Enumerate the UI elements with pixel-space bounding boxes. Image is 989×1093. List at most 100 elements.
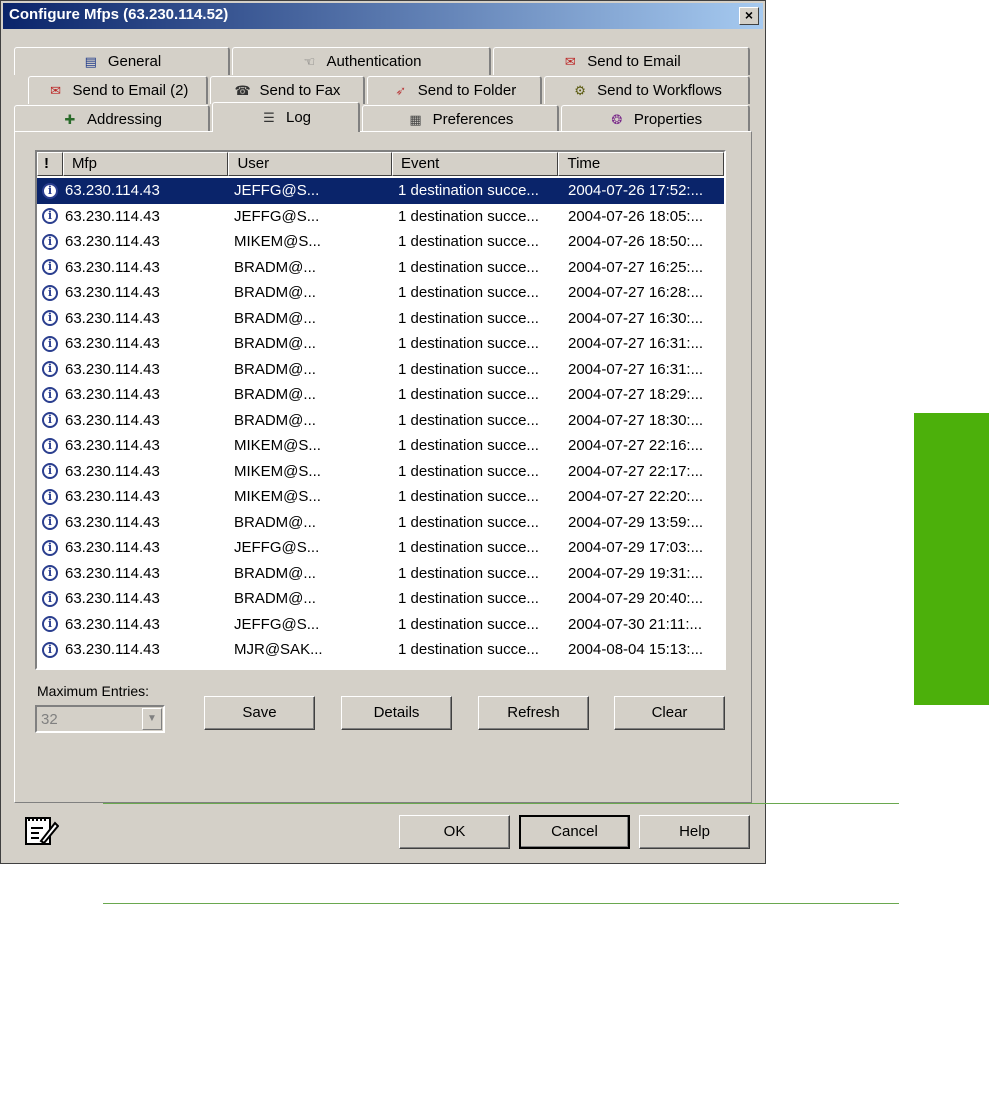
cell-icon: i — [37, 565, 63, 582]
tab-send-to-folder[interactable]: ➶ Send to Folder — [367, 76, 542, 104]
info-icon: i — [42, 310, 58, 327]
table-row[interactable]: i 63.230.114.43 BRADM@... 1 destination suc… — [37, 331, 724, 357]
cell-icon: i — [37, 208, 63, 225]
cell-event: 1 destination succe... — [398, 590, 539, 608]
tab-label: Properties — [633, 111, 703, 128]
table-row[interactable]: i 63.230.114.43 JEFFG@S... 1 destination su… — [37, 612, 724, 638]
cell-mfp: 63.230.114.43 — [65, 641, 160, 659]
cell-time: 2004-07-29 17:03:... — [568, 539, 704, 557]
cell-user: MIKEM@S... — [234, 488, 321, 506]
help-button[interactable]: Help — [639, 815, 750, 849]
info-icon: i — [42, 565, 58, 582]
properties-icon: ❂ — [611, 111, 623, 127]
column-header-user[interactable]: User — [228, 152, 392, 176]
cell-event: 1 destination succe... — [398, 564, 539, 582]
tab-general[interactable]: ▤ General — [14, 47, 230, 75]
tab-authentication[interactable]: ☜ Authentication — [232, 47, 491, 75]
table-row[interactable]: i 63.230.114.43 MJR@SAK... 1 destination su… — [37, 637, 724, 663]
table-row[interactable]: i 63.230.114.43 BRADM@... 1 destination suc… — [37, 408, 724, 434]
cell-event: 1 destination succe... — [398, 309, 539, 327]
cell-user: JEFFG@S... — [234, 615, 320, 633]
details-button[interactable]: Details — [341, 696, 452, 730]
column-header-time[interactable]: Time — [558, 152, 724, 176]
cell-event: 1 destination succe... — [398, 233, 539, 251]
cell-event: 1 destination succe... — [398, 615, 539, 633]
cell-mfp: 63.230.114.43 — [65, 615, 160, 633]
cell-user: BRADM@... — [234, 335, 316, 353]
cell-mfp: 63.230.114.43 — [65, 590, 160, 608]
info-icon: i — [42, 514, 58, 531]
cell-mfp: 63.230.114.43 — [65, 233, 160, 251]
cell-icon: i — [37, 488, 63, 505]
tab-log[interactable]: ☰ Log — [212, 102, 360, 132]
refresh-button[interactable]: Refresh — [478, 696, 589, 730]
table-row[interactable]: i 63.230.114.43 JEFFG@S... 1 destination su… — [37, 178, 724, 204]
info-icon: i — [42, 233, 58, 250]
column-header-mfp[interactable]: Mfp — [62, 152, 229, 176]
tab-send-to-workflows[interactable]: ⚙ Send to Workflows — [544, 76, 750, 104]
cell-user: BRADM@... — [234, 411, 316, 429]
window-title: Configure Mfps (63.230.114.52) — [9, 6, 229, 23]
cell-icon: i — [37, 514, 63, 531]
cell-mfp: 63.230.114.43 — [65, 207, 160, 225]
cell-mfp: 63.230.114.43 — [65, 539, 160, 557]
send-folder-icon: ➶ — [395, 82, 407, 98]
table-row[interactable]: i 63.230.114.43 BRADM@... 1 destination suc… — [37, 510, 724, 536]
cell-user: JEFFG@S... — [234, 539, 320, 557]
cell-time: 2004-07-27 18:29:... — [568, 386, 704, 404]
table-row[interactable]: i 63.230.114.43 BRADM@... 1 destination suc… — [37, 357, 724, 383]
send-workflows-icon: ⚙ — [574, 82, 586, 98]
cell-user: JEFFG@S... — [234, 182, 320, 200]
tab-preferences[interactable]: ▦ Preferences — [362, 105, 559, 133]
table-row[interactable]: i 63.230.114.43 MIKEM@S... 1 destination su… — [37, 229, 724, 255]
cell-mfp: 63.230.114.43 — [65, 437, 160, 455]
cancel-button[interactable]: Cancel — [519, 815, 630, 849]
cell-event: 1 destination succe... — [398, 360, 539, 378]
column-header-event[interactable]: Event — [391, 152, 559, 176]
cell-time: 2004-08-04 15:13:... — [568, 641, 704, 659]
table-row[interactable]: i 63.230.114.43 BRADM@... 1 destination suc… — [37, 382, 724, 408]
note-icon — [25, 817, 59, 845]
cell-icon: i — [37, 463, 63, 480]
table-row[interactable]: i 63.230.114.43 BRADM@... 1 destination suc… — [37, 586, 724, 612]
cell-icon: i — [37, 386, 63, 403]
tab-send-to-email[interactable]: ✉ Send to Email — [493, 47, 750, 75]
cell-time: 2004-07-27 16:31:... — [568, 360, 704, 378]
cell-user: BRADM@... — [234, 386, 316, 404]
log-list-view[interactable]: ! Mfp User Event Time i 63.230.114.43 JEFF… — [35, 150, 726, 670]
cell-mfp: 63.230.114.43 — [65, 360, 160, 378]
clear-button[interactable]: Clear — [614, 696, 725, 730]
cell-icon: i — [37, 412, 63, 429]
save-button[interactable]: Save — [204, 696, 315, 730]
table-row[interactable]: i 63.230.114.43 MIKEM@S... 1 destination su… — [37, 433, 724, 459]
title-bar[interactable]: Configure Mfps (63.230.114.52) × — [3, 3, 763, 29]
maximum-entries-select[interactable]: 32 ▼ — [35, 705, 165, 733]
info-icon: i — [42, 335, 58, 352]
table-row[interactable]: i 63.230.114.43 BRADM@... 1 destination suc… — [37, 306, 724, 332]
tab-send-to-fax[interactable]: ☎ Send to Fax — [210, 76, 365, 104]
tab-addressing[interactable]: ✚ Addressing — [14, 105, 210, 133]
cell-user: MIKEM@S... — [234, 462, 321, 480]
cell-user: BRADM@... — [234, 284, 316, 302]
table-row[interactable]: i 63.230.114.43 BRADM@... 1 destination suc… — [37, 255, 724, 281]
send-email-icon: ✉ — [564, 53, 576, 69]
addressing-icon: ✚ — [64, 111, 76, 127]
tab-properties[interactable]: ❂ Properties — [561, 105, 750, 133]
dropdown-arrow-icon[interactable]: ▼ — [142, 708, 162, 730]
cell-event: 1 destination succe... — [398, 207, 539, 225]
log-rows: i 63.230.114.43 JEFFG@S... 1 destination su… — [37, 178, 724, 663]
table-row[interactable]: i 63.230.114.43 MIKEM@S... 1 destination su… — [37, 484, 724, 510]
table-row[interactable]: i 63.230.114.43 BRADM@... 1 destination suc… — [37, 280, 724, 306]
table-row[interactable]: i 63.230.114.43 JEFFG@S... 1 destination su… — [37, 535, 724, 561]
table-row[interactable]: i 63.230.114.43 JEFFG@S... 1 destination su… — [37, 204, 724, 230]
info-icon: i — [42, 259, 58, 276]
close-button[interactable]: × — [739, 7, 759, 25]
table-row[interactable]: i 63.230.114.43 BRADM@... 1 destination suc… — [37, 561, 724, 587]
cell-user: BRADM@... — [234, 564, 316, 582]
cell-mfp: 63.230.114.43 — [65, 462, 160, 480]
section-thumb-tab — [914, 413, 989, 705]
table-row[interactable]: i 63.230.114.43 MIKEM@S... 1 destination su… — [37, 459, 724, 485]
ok-button[interactable]: OK — [399, 815, 510, 849]
column-header-severity[interactable]: ! — [37, 152, 63, 176]
tab-send-to-email-2[interactable]: ✉ Send to Email (2) — [28, 76, 208, 104]
